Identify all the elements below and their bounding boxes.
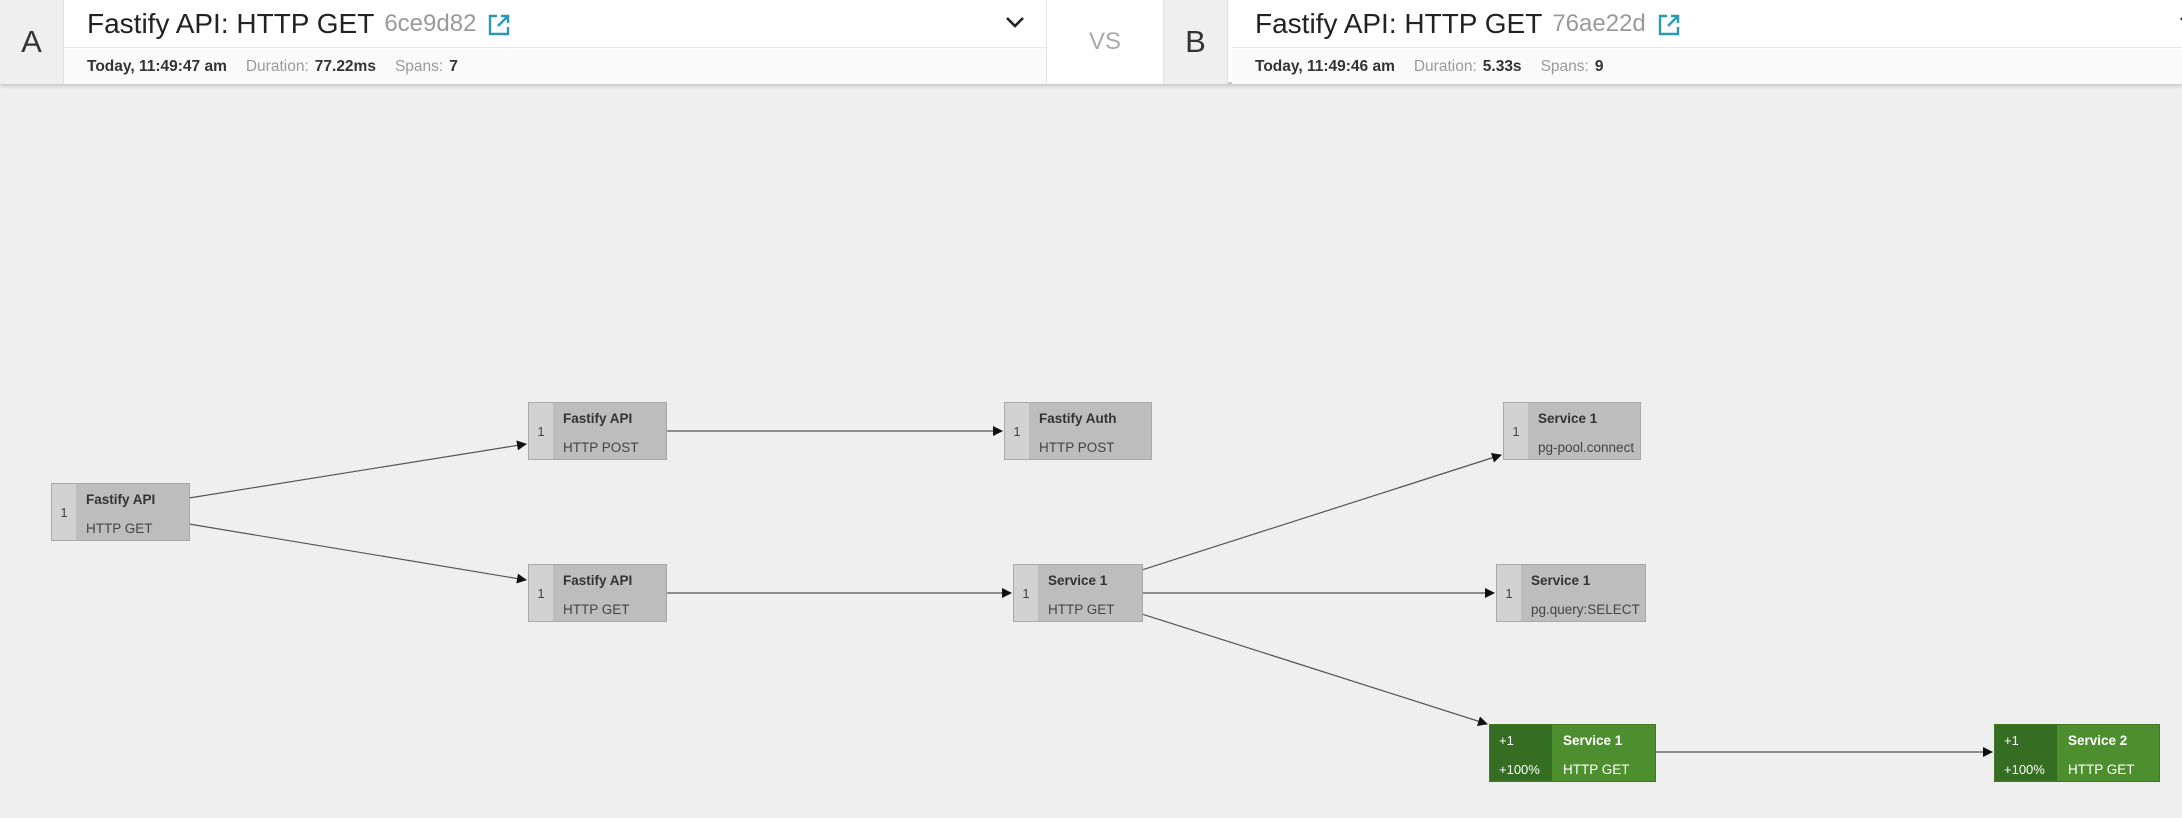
span-count: 1	[1005, 403, 1029, 459]
span-service: Service 2	[2068, 733, 2128, 748]
span-delta-count: +1	[2004, 733, 2019, 748]
span-operation: HTTP GET	[1563, 762, 1630, 777]
edge	[1141, 613, 1488, 727]
span-node-fastify-api-http-post[interactable]: 1 Fastify API HTTP POST	[528, 402, 667, 460]
span-delta-cell: +1 +100%	[1995, 725, 2057, 781]
span-operation: HTTP GET	[1048, 602, 1115, 617]
span-operation: HTTP GET	[563, 602, 630, 617]
span-count: 1	[52, 484, 76, 540]
span-delta-percent: +100%	[1499, 762, 1540, 777]
span-operation: HTTP GET	[86, 521, 153, 536]
span-service: Fastify API	[563, 573, 633, 588]
span-node-added-service-2-http-get[interactable]: +1 +100% Service 2 HTTP GET	[1994, 724, 2160, 782]
span-service: Fastify API	[563, 411, 633, 426]
edge	[188, 440, 527, 499]
span-count: 1	[1504, 403, 1528, 459]
span-count: 1	[529, 403, 553, 459]
span-node-service-1-pg-query-select[interactable]: 1 Service 1 pg.query:SELECT	[1496, 564, 1646, 622]
span-node-service-1-pg-pool-connect[interactable]: 1 Service 1 pg-pool.connect	[1503, 402, 1641, 460]
edge	[188, 523, 527, 584]
span-delta-count: +1	[1499, 733, 1514, 748]
span-node-added-service-1-http-get[interactable]: +1 +100% Service 1 HTTP GET	[1489, 724, 1656, 782]
span-service: Service 1	[1538, 411, 1598, 426]
span-count: 1	[1014, 565, 1038, 621]
span-operation: HTTP GET	[2068, 762, 2135, 777]
span-service: Fastify Auth	[1039, 411, 1117, 426]
span-operation: HTTP POST	[1039, 440, 1115, 455]
span-node-fastify-auth-http-post[interactable]: 1 Fastify Auth HTTP POST	[1004, 402, 1152, 460]
span-count: 1	[1497, 565, 1521, 621]
span-service: Service 1	[1531, 573, 1591, 588]
edge	[1141, 452, 1502, 571]
span-operation: pg-pool.connect	[1538, 440, 1635, 455]
span-count: 1	[529, 565, 553, 621]
span-service: Service 1	[1048, 573, 1108, 588]
span-node-fastify-api-http-get-child[interactable]: 1 Fastify API HTTP GET	[528, 564, 667, 622]
span-operation: HTTP POST	[563, 440, 639, 455]
span-delta-cell: +1 +100%	[1490, 725, 1552, 781]
span-delta-percent: +100%	[2004, 762, 2045, 777]
span-node-fastify-api-http-get[interactable]: 1 Fastify API HTTP GET	[51, 483, 190, 541]
span-service: Fastify API	[86, 492, 156, 507]
span-node-service-1-http-get[interactable]: 1 Service 1 HTTP GET	[1013, 564, 1143, 622]
span-operation: pg.query:SELECT	[1531, 602, 1640, 617]
span-service: Service 1	[1563, 733, 1623, 748]
